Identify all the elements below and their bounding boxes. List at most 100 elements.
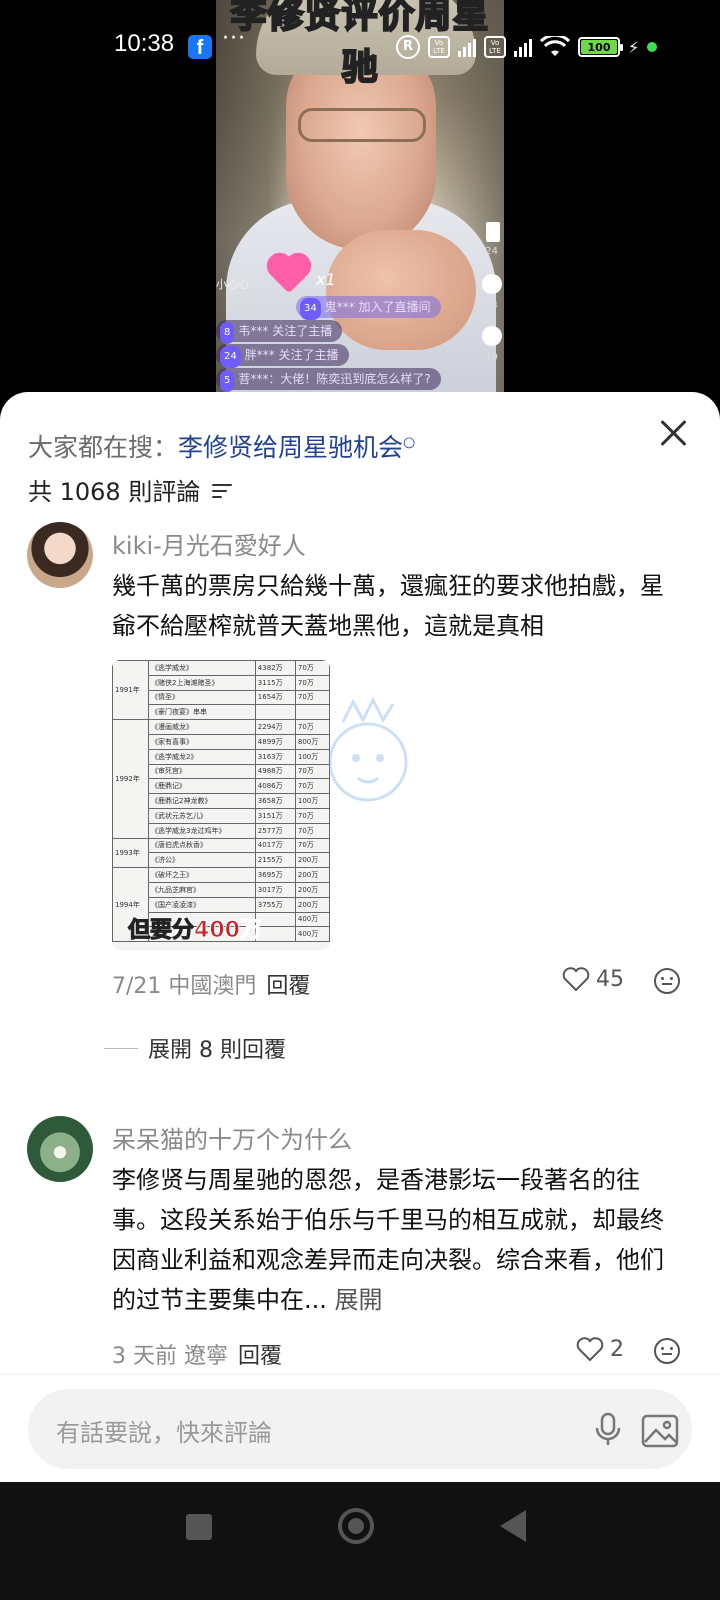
movie-cell: 《家有喜事》 <box>148 733 256 750</box>
movie-cell: 《逃学威龙3龙过鸡年》 <box>148 822 256 839</box>
box-office-cell: 3151万 <box>254 807 296 824</box>
box-office-cell: 4086万 <box>254 778 296 795</box>
reply-button[interactable]: 回覆 <box>266 974 310 999</box>
battery-level: 100 <box>581 40 617 54</box>
box-office-cell: 4382万 <box>254 660 296 676</box>
movie-cell: 《鹿鼎记2神龙教》 <box>148 793 256 809</box>
box-office-cell <box>254 704 296 721</box>
registered-icon: R <box>396 35 420 59</box>
level-badge: 8 <box>220 322 235 344</box>
box-office-cell: 2155万 <box>254 852 296 869</box>
person-glasses <box>298 108 426 142</box>
box-office-cell: 2577万 <box>254 822 296 839</box>
movie-cell: 《逃学威龙》 <box>148 660 256 676</box>
level-badge: 24 <box>220 346 241 368</box>
table-row: 1993年 《唐伯虎点秋香》 4017万 70万 <box>112 837 330 869</box>
close-button[interactable] <box>654 414 694 454</box>
live-event: 5 菩***：大佬！陈奕迅到底怎么样了? <box>216 368 441 392</box>
emoji-reaction-icon[interactable] <box>654 1338 680 1364</box>
person-hand <box>326 230 476 350</box>
follow-icon[interactable] <box>482 326 502 346</box>
like-button[interactable]: 45 <box>562 966 624 992</box>
box-office-cell: 3695万 <box>254 867 296 883</box>
comment-count-row: 共 1068 則評論 <box>28 472 234 507</box>
emoji-reaction-icon[interactable] <box>654 968 680 994</box>
comment-date-location: 3 天前 遼寧 <box>112 1344 228 1369</box>
fee-cell: 200万 <box>294 896 330 913</box>
like-count: 45 <box>596 966 624 992</box>
privacy-indicator-dot <box>647 42 658 52</box>
charging-icon: ⚡ <box>628 37 640 57</box>
movie-cell: 《审死官》 <box>148 763 256 780</box>
comment-input[interactable]: 有話要說，快來評論 <box>28 1389 692 1469</box>
movie-cell: 《济公》 <box>148 852 256 869</box>
more-notifications-icon: ··· <box>222 26 246 51</box>
comment-item: 呆呆猫的十万个为什么 李修贤与周星驰的恩怨，是香港影坛一段著名的往事。这段关系始… <box>0 1114 720 1384</box>
expand-replies-button[interactable]: 展開 8 則回覆 <box>104 1032 286 1064</box>
comment-image[interactable]: 1991年 《逃学威龙》 4382万 70万 《赌侠2上海滩赌圣》 3115万 70万 《情圣… <box>112 660 330 950</box>
comment-meta: 7/21 中國澳門 回覆 <box>112 968 310 1000</box>
comment-meta: 3 天前 遼寧 回覆 <box>112 1338 282 1370</box>
level-badge: 34 <box>300 298 321 320</box>
search-suggestion-prefix: 大家都在搜： <box>28 433 179 462</box>
gift-count: x1 <box>316 270 336 289</box>
signal-icon <box>514 37 532 57</box>
comment-input-bar: 有話要說，快來評論 <box>0 1374 720 1482</box>
movie-cell: 《国产凌凌漆》 <box>148 896 256 913</box>
comment-text: 幾千萬的票房只給幾十萬，還瘋狂的要求他拍戲，星爺不給壓榨就普天蓋地黑他，這就是真… <box>112 572 664 640</box>
comment-icon[interactable] <box>482 274 502 294</box>
reply-button[interactable]: 回覆 <box>238 1344 282 1369</box>
movie-cell: 《破坏之王》 <box>148 867 256 883</box>
box-office-cell: 4017万 <box>254 837 296 854</box>
box-office-cell: 4988万 <box>254 763 296 780</box>
comment-username[interactable]: 呆呆猫的十万个为什么 <box>112 1120 352 1155</box>
wifi-icon <box>539 33 571 58</box>
box-office-cell: 3163万 <box>254 748 296 765</box>
image-icon[interactable] <box>638 1409 682 1453</box>
avatar[interactable] <box>27 522 93 588</box>
navigation-bar <box>0 1482 720 1600</box>
comment-username[interactable]: kiki-月光石愛好人 <box>112 526 306 561</box>
box-office-cell: 3755万 <box>254 896 296 913</box>
fee-cell: 400万 <box>294 926 330 943</box>
movie-cell: 《鹿鼎记》 <box>148 778 256 795</box>
side-comment-count: 124 <box>478 300 498 311</box>
search-suggestion[interactable]: 大家都在搜：李修贤给周星驰机会○ <box>28 428 415 464</box>
watermark-icon <box>328 696 408 802</box>
box-office-table: 1991年 《逃学威龙》 4382万 70万 《赌侠2上海滩赌圣》 3115万 70万 《情圣… <box>112 660 330 943</box>
volte-icon: Vo LTE <box>428 36 450 58</box>
home-button[interactable] <box>338 1508 374 1544</box>
table-row: 1994年 《破坏之王》 3695万 200万 <box>112 867 330 943</box>
like-button[interactable]: 2 <box>576 1336 624 1362</box>
back-button[interactable] <box>500 1510 526 1542</box>
fee-cell: 70万 <box>294 674 330 691</box>
live-event: 8 韦*** 关注了主播 <box>216 320 343 344</box>
movie-cell: 《唐伯虎点秋香》 <box>148 837 256 854</box>
avatar[interactable] <box>27 1116 93 1182</box>
level-badge: 5 <box>220 370 235 392</box>
movie-cell: 《逃学威龙2》 <box>148 748 256 765</box>
movie-cell: 《豪门夜宴》串串 <box>148 704 256 721</box>
year-cell: 1991年 <box>112 660 149 721</box>
table-row: 1991年 《逃学威龙》 4382万 70万 <box>112 660 330 721</box>
like-icon[interactable] <box>486 222 500 242</box>
like-count: 2 <box>610 1336 624 1362</box>
movie-cell: 《赌侠2上海滩赌圣》 <box>148 674 256 691</box>
microphone-icon[interactable] <box>588 1409 628 1449</box>
search-suggestion-keyword[interactable]: 李修贤给周星驰机会 <box>178 433 403 462</box>
recents-button[interactable] <box>186 1514 212 1540</box>
movie-cell: 《九品芝麻官》 <box>148 881 256 898</box>
screen: 李修贤评价周星驰 小心心 x1 34 鬼*** 加入了直播间 8 韦*** 关注了主… <box>0 0 720 1600</box>
live-event: 24 胖*** 关注了主播 <box>216 344 349 368</box>
year-cell: 1993年 <box>112 837 149 869</box>
expand-text-button[interactable]: 展開 <box>335 1286 383 1314</box>
comment-text: 李修贤与周星驰的恩怨，是香港影坛一段著名的往事。这段关系始于伯乐与千里马的相互成… <box>112 1166 664 1314</box>
box-office-cell: 3017万 <box>254 881 296 898</box>
sort-icon[interactable] <box>212 482 234 498</box>
heart-outline-icon <box>576 1337 604 1362</box>
box-office-cell: 1654万 <box>254 689 296 706</box>
status-bar: 10:38 f ··· R Vo LTE Vo LTE 100 ⚡ <box>0 26 720 66</box>
comment-input-placeholder: 有話要說，快來評論 <box>56 1419 272 1447</box>
image-caption: 但要分400万 <box>127 918 262 944</box>
battery-icon: 100 <box>578 37 623 57</box>
